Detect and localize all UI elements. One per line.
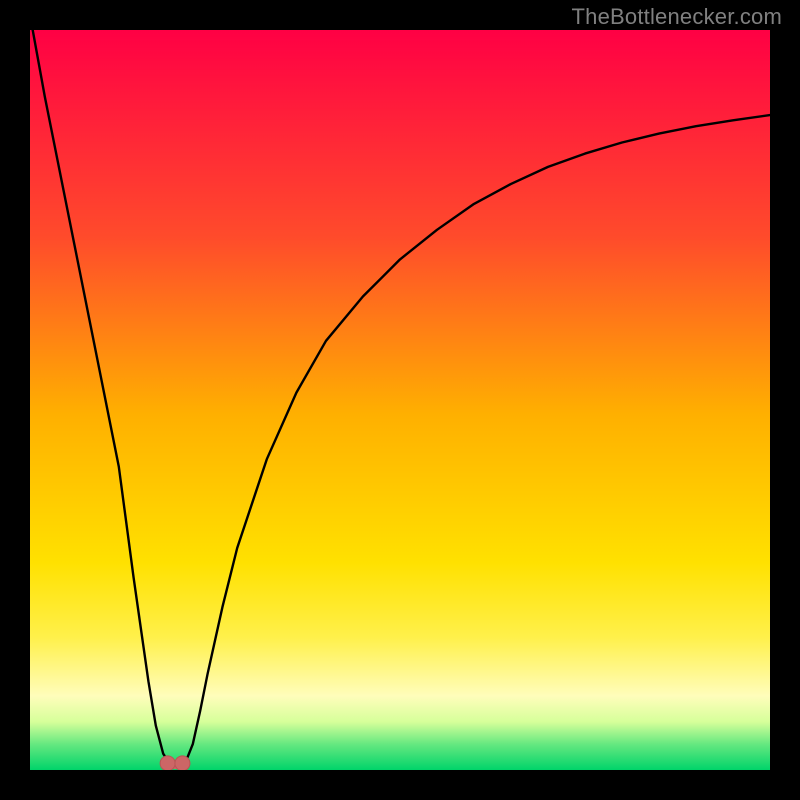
attribution-text: TheBottlenecker.com bbox=[572, 4, 782, 30]
min-marker-right bbox=[175, 756, 190, 770]
curve-layer bbox=[30, 30, 770, 770]
plot-area bbox=[30, 30, 770, 770]
min-marker-left bbox=[160, 756, 175, 770]
chart-root: TheBottlenecker.com bbox=[0, 0, 800, 800]
bottleneck-curve bbox=[30, 30, 770, 765]
